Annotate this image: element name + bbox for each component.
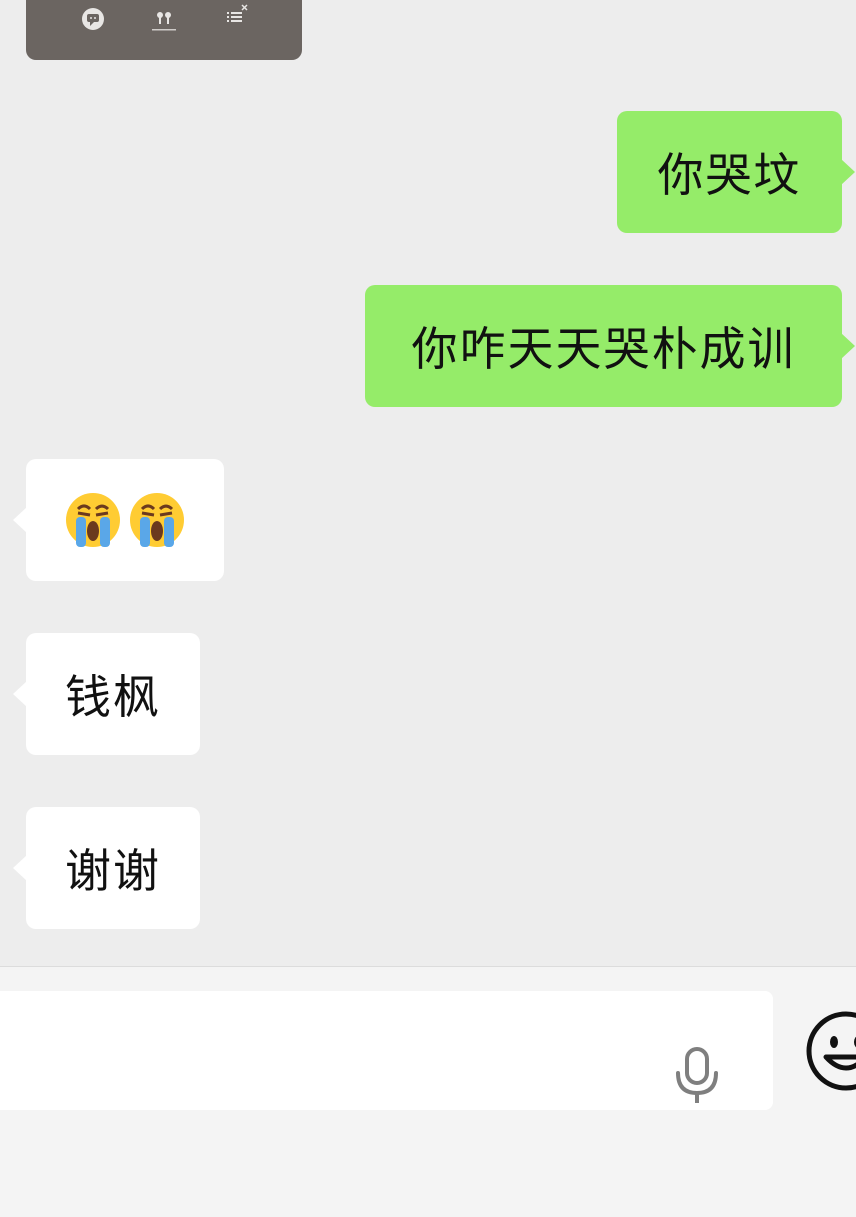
outgoing-message-bubble[interactable]: 你咋天天哭朴成训 [365, 285, 855, 407]
bubble-tail [841, 333, 855, 359]
bubble-tail [13, 681, 27, 707]
chat-screen: 你哭坟 你咋天天哭朴成训 钱枫 谢谢 [0, 0, 856, 1217]
bubble-tail [13, 855, 27, 881]
playlist-icon [224, 4, 248, 28]
message-text: 谢谢 [65, 844, 161, 898]
microphone-icon[interactable] [672, 1047, 722, 1105]
incoming-message-bubble[interactable]: 钱枫 [13, 633, 200, 755]
message-input[interactable] [0, 991, 773, 1110]
message-text: 你咋天天哭朴成训 [411, 322, 796, 376]
loudly-crying-face-icon [64, 491, 122, 549]
incoming-message-bubble[interactable] [13, 459, 224, 581]
bubble-tail [841, 159, 855, 185]
bubble-tail [13, 507, 27, 533]
message-text: 你哭坟 [657, 148, 802, 202]
message-text: 钱枫 [65, 670, 161, 724]
input-bar [0, 966, 856, 1217]
shared-media-card[interactable] [26, 0, 302, 60]
smiley-icon[interactable] [804, 1009, 856, 1093]
message-bubble-icon [81, 7, 105, 31]
incoming-message-bubble[interactable]: 谢谢 [13, 807, 200, 929]
outgoing-message-bubble[interactable]: 你哭坟 [617, 111, 855, 233]
loudly-crying-face-icon [128, 491, 186, 549]
earbuds-icon [152, 7, 176, 31]
